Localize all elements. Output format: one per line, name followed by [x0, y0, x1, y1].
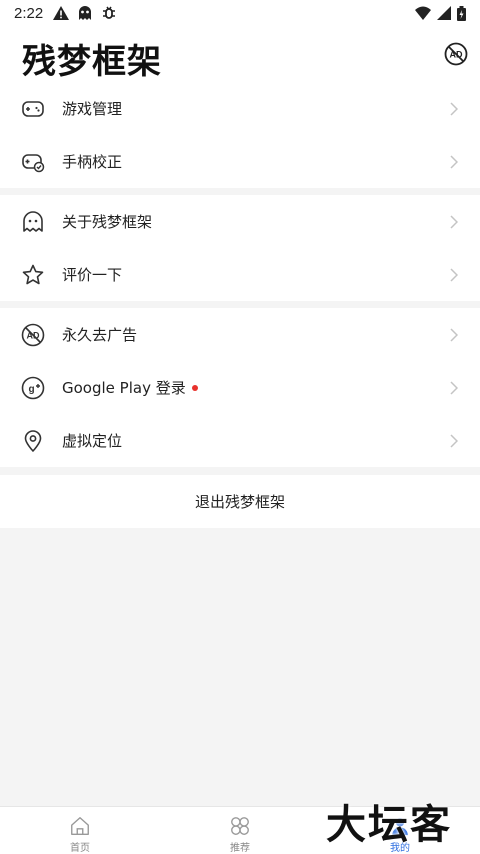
settings-group-2: 关于残梦框架 评价一下 [0, 195, 480, 301]
debug-icon [101, 5, 117, 21]
chevron-right-icon [450, 327, 458, 342]
status-time: 2:22 [14, 4, 44, 22]
chevron-right-icon [450, 433, 458, 448]
menu-item-rate[interactable]: 评价一下 [0, 248, 480, 301]
menu-item-virtual-location[interactable]: 虚拟定位 [0, 414, 480, 467]
cellular-icon [437, 6, 451, 20]
gamepad-icon [22, 100, 44, 117]
menu-item-game-management[interactable]: 游戏管理 [0, 82, 480, 135]
menu-item-label: 虚拟定位 [62, 432, 123, 450]
no-ad-button[interactable]: AD [444, 42, 468, 66]
menu-item-label: Google Play 登录 [62, 377, 198, 398]
no-ad-icon: AD [21, 323, 45, 346]
settings-group-3: AD 永久去广告 g Google Play 登录 虚拟定位 [0, 308, 480, 467]
menu-item-label: 手柄校正 [62, 153, 123, 171]
chevron-right-icon [450, 214, 458, 229]
menu-item-remove-ads[interactable]: AD 永久去广告 [0, 308, 480, 361]
settings-group-1: 游戏管理 手柄校正 [0, 82, 480, 188]
gamepad-check-icon [22, 153, 45, 172]
logout-button[interactable]: 退出残梦框架 [0, 475, 480, 528]
clover-icon [231, 817, 249, 835]
ghost-icon [77, 5, 93, 21]
menu-item-google-play-login[interactable]: g Google Play 登录 [0, 361, 480, 414]
menu-item-label: 永久去广告 [62, 326, 138, 344]
chevron-right-icon [450, 101, 458, 116]
page-header: 残梦框架 AD [0, 26, 480, 86]
menu-item-label: 评价一下 [62, 266, 123, 284]
battery-icon [457, 5, 466, 21]
watermark-text: 大坛客 [326, 802, 452, 848]
tab-home[interactable]: 首页 [0, 807, 160, 854]
notification-dot [191, 384, 198, 391]
tab-label: 推荐 [230, 843, 250, 854]
wifi-icon [415, 6, 431, 20]
star-icon [22, 264, 44, 284]
status-bar: 2:22 [0, 0, 480, 26]
tab-label: 首页 [70, 843, 90, 854]
warning-icon [53, 6, 70, 20]
ghost-icon [23, 210, 43, 232]
menu-item-about[interactable]: 关于残梦框架 [0, 195, 480, 248]
chevron-right-icon [450, 267, 458, 282]
menu-item-label: 游戏管理 [62, 100, 123, 118]
status-right-icons [415, 5, 466, 21]
menu-item-label: 关于残梦框架 [62, 213, 153, 231]
google-play-login-text: Google Play 登录 [62, 379, 186, 397]
menu-item-controller-calibration[interactable]: 手柄校正 [0, 135, 480, 188]
svg-text:g: g [28, 384, 34, 395]
chevron-right-icon [450, 154, 458, 169]
logout-label: 退出残梦框架 [194, 493, 285, 511]
google-plus-icon: g [21, 376, 45, 399]
tab-recommend[interactable]: 推荐 [160, 807, 320, 854]
home-icon [71, 817, 89, 835]
no-ad-icon: AD [444, 42, 468, 66]
chevron-right-icon [450, 380, 458, 395]
location-pin-icon [24, 429, 42, 452]
page-title: 残梦框架 [22, 42, 162, 82]
